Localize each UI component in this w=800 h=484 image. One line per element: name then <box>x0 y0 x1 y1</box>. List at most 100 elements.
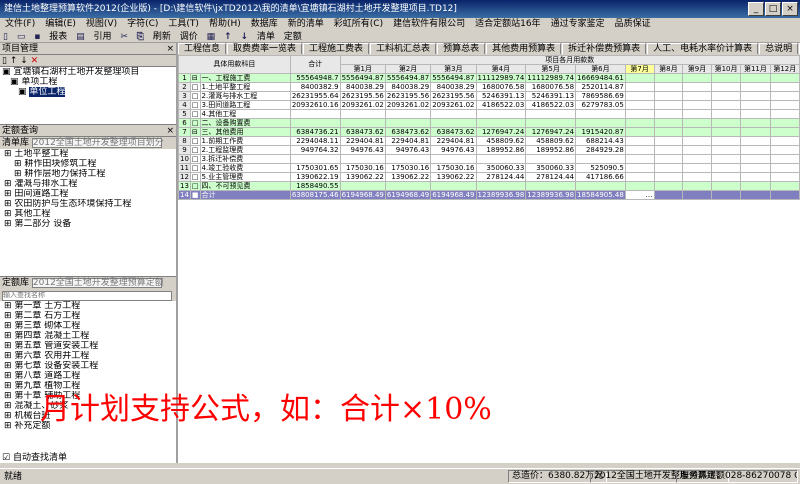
month-cell[interactable] <box>710 109 742 119</box>
month-cell[interactable]: 229404.81 <box>430 136 477 146</box>
month-cell[interactable]: 638473.62 <box>430 127 477 137</box>
month-cell[interactable] <box>624 127 655 137</box>
month-cell[interactable] <box>653 91 684 101</box>
month-cell[interactable] <box>339 181 386 191</box>
month-cell[interactable] <box>575 154 626 164</box>
month-cell[interactable]: 278124.44 <box>525 172 577 182</box>
month-cell[interactable]: 4186522.03 <box>475 100 527 110</box>
month-cell[interactable] <box>653 118 684 128</box>
month-cell[interactable] <box>740 172 771 182</box>
table-row[interactable]: 14 ■ 合计 63808175.46 6194968.49 6194968.49 6194… <box>178 190 800 200</box>
close-button[interactable]: × <box>782 2 798 16</box>
month-cell[interactable]: 458809.62 <box>475 136 527 146</box>
month-cell[interactable]: 2623195.56 <box>384 91 432 101</box>
month-cell[interactable] <box>653 100 684 110</box>
table-row[interactable]: 7 ⊟ 三、其他费用 6384736.21 638473.62 638473.62 6384… <box>178 127 800 137</box>
month-cell[interactable]: 2093261.02 <box>339 100 386 110</box>
expand-icon[interactable]: ⊞ <box>4 361 14 371</box>
month-cell[interactable] <box>653 127 684 137</box>
table-row[interactable]: 1 ⊟ 一、工程施工费 55564948.7 5556494.87 5556494.87 5… <box>178 73 800 83</box>
month-cell[interactable] <box>682 91 712 101</box>
quota-tree-item[interactable]: ⊞ 农田防护与生态环境保持工程 <box>0 199 176 209</box>
expand-icon[interactable]: ⊞ <box>14 159 24 169</box>
tree-node[interactable]: ▣ 单项工程 <box>0 77 176 87</box>
month-cell[interactable]: 12389936.98 <box>525 190 577 200</box>
menu-item[interactable]: 数据库 <box>246 18 283 31</box>
month-cell[interactable]: 350060.33 <box>475 163 527 173</box>
table-row[interactable]: 12 □ 5.业主管理费 1390622.19 139062.22 139062.22 13… <box>178 172 800 182</box>
month-cell[interactable] <box>682 145 712 155</box>
month-cell[interactable] <box>624 181 655 191</box>
month-cell[interactable]: 1276947.24 <box>525 127 577 137</box>
month-cell[interactable] <box>339 118 386 128</box>
table-row[interactable]: 11 □ 4.竣工验收费 1750301.65 175030.16 175030.16 17… <box>178 163 800 173</box>
month-cell[interactable] <box>624 145 655 155</box>
month-cell[interactable]: 18584905.48 <box>575 190 626 200</box>
expand-icon[interactable]: ⊞ <box>4 351 14 361</box>
expand-icon[interactable]: ⊞ <box>4 321 14 331</box>
month-cell[interactable] <box>384 181 432 191</box>
row-toggle-icon[interactable]: ⊟ <box>189 127 201 137</box>
month-cell[interactable] <box>653 154 684 164</box>
month-cell[interactable] <box>475 181 527 191</box>
quota-library-combo[interactable]: 定额库 2012全国土地开发整理预算定额 <box>0 277 176 289</box>
month-cell[interactable] <box>339 154 386 164</box>
month-cell[interactable] <box>575 181 626 191</box>
month-cell[interactable]: 5556494.87 <box>430 73 477 83</box>
month-cell[interactable] <box>740 109 771 119</box>
month-cell[interactable] <box>740 154 771 164</box>
month-cell[interactable]: 94976.43 <box>430 145 477 155</box>
grid-icon[interactable]: ▦ <box>204 31 219 42</box>
month-cell[interactable]: 189952.86 <box>525 145 577 155</box>
row-toggle-icon[interactable]: □ <box>189 145 201 155</box>
up-arrow-icon[interactable]: ↑ <box>221 31 235 42</box>
month-cell[interactable]: 94976.43 <box>339 145 386 155</box>
month-cell[interactable]: 6194968.49 <box>430 190 477 200</box>
month-cell[interactable]: 840038.29 <box>430 82 477 92</box>
row-toggle-icon[interactable]: □ <box>189 181 201 191</box>
table-row[interactable]: 2 □ 1.土地平整工程 8400382.9 840038.29 840038.29 840… <box>178 82 800 92</box>
month-cell[interactable]: 417186.66 <box>575 172 626 182</box>
expand-icon[interactable]: ⊞ <box>4 411 14 421</box>
month-cell[interactable] <box>682 181 712 191</box>
report-button[interactable]: 报表 <box>46 31 70 42</box>
month-cell[interactable] <box>769 163 800 173</box>
month-cell[interactable]: 2093261.02 <box>384 100 432 110</box>
menu-item[interactable]: 字符(C) <box>122 18 163 31</box>
expand-icon[interactable]: ⊞ <box>14 169 24 179</box>
month-cell[interactable] <box>769 73 800 83</box>
month-cell[interactable] <box>769 82 800 92</box>
expand-icon[interactable]: ⊞ <box>4 179 14 189</box>
month-cell[interactable] <box>475 109 527 119</box>
menu-item[interactable]: 适合定额站16年 <box>470 18 545 31</box>
quota-button[interactable]: 定额 <box>281 31 305 42</box>
menu-item[interactable]: 通过专家鉴定 <box>546 18 610 31</box>
tab[interactable]: 预算总表 <box>437 43 486 54</box>
month-cell[interactable] <box>769 109 800 119</box>
month-cell[interactable]: 139062.22 <box>430 172 477 182</box>
menu-item[interactable]: 建信软件有限公司 <box>388 18 470 31</box>
table-row[interactable]: 8 □ 1.前期工作费 2294048.11 229404.81 229404.81 229… <box>178 136 800 146</box>
row-toggle-icon[interactable]: □ <box>189 154 201 164</box>
month-cell[interactable] <box>624 109 655 119</box>
expand-icon[interactable]: ⊞ <box>4 371 14 381</box>
month-cell[interactable] <box>769 100 800 110</box>
month-cell[interactable] <box>710 91 742 101</box>
month-cell[interactable] <box>769 127 800 137</box>
month-cell[interactable] <box>653 109 684 119</box>
tab[interactable]: 总说明 <box>759 43 799 54</box>
month-cell[interactable] <box>682 73 712 83</box>
month-cell[interactable] <box>525 181 577 191</box>
expand-icon[interactable]: ⊞ <box>4 401 14 411</box>
month-cell[interactable]: 5246391.13 <box>525 91 577 101</box>
month-cell[interactable] <box>740 145 771 155</box>
library-tree-item[interactable]: ⊞ 第九章 植物工程 <box>0 381 176 391</box>
expand-icon[interactable]: ⊞ <box>4 311 14 321</box>
month-cell[interactable] <box>740 127 771 137</box>
month-cell[interactable] <box>430 154 477 164</box>
month-cell[interactable]: 175030.16 <box>430 163 477 173</box>
library-tree-item[interactable]: ⊞ 第三章 砌体工程 <box>0 321 176 331</box>
open-icon[interactable]: ▭ <box>14 31 29 42</box>
menu-item[interactable]: 编辑(E) <box>40 18 81 31</box>
month-cell[interactable]: 139062.22 <box>339 172 386 182</box>
